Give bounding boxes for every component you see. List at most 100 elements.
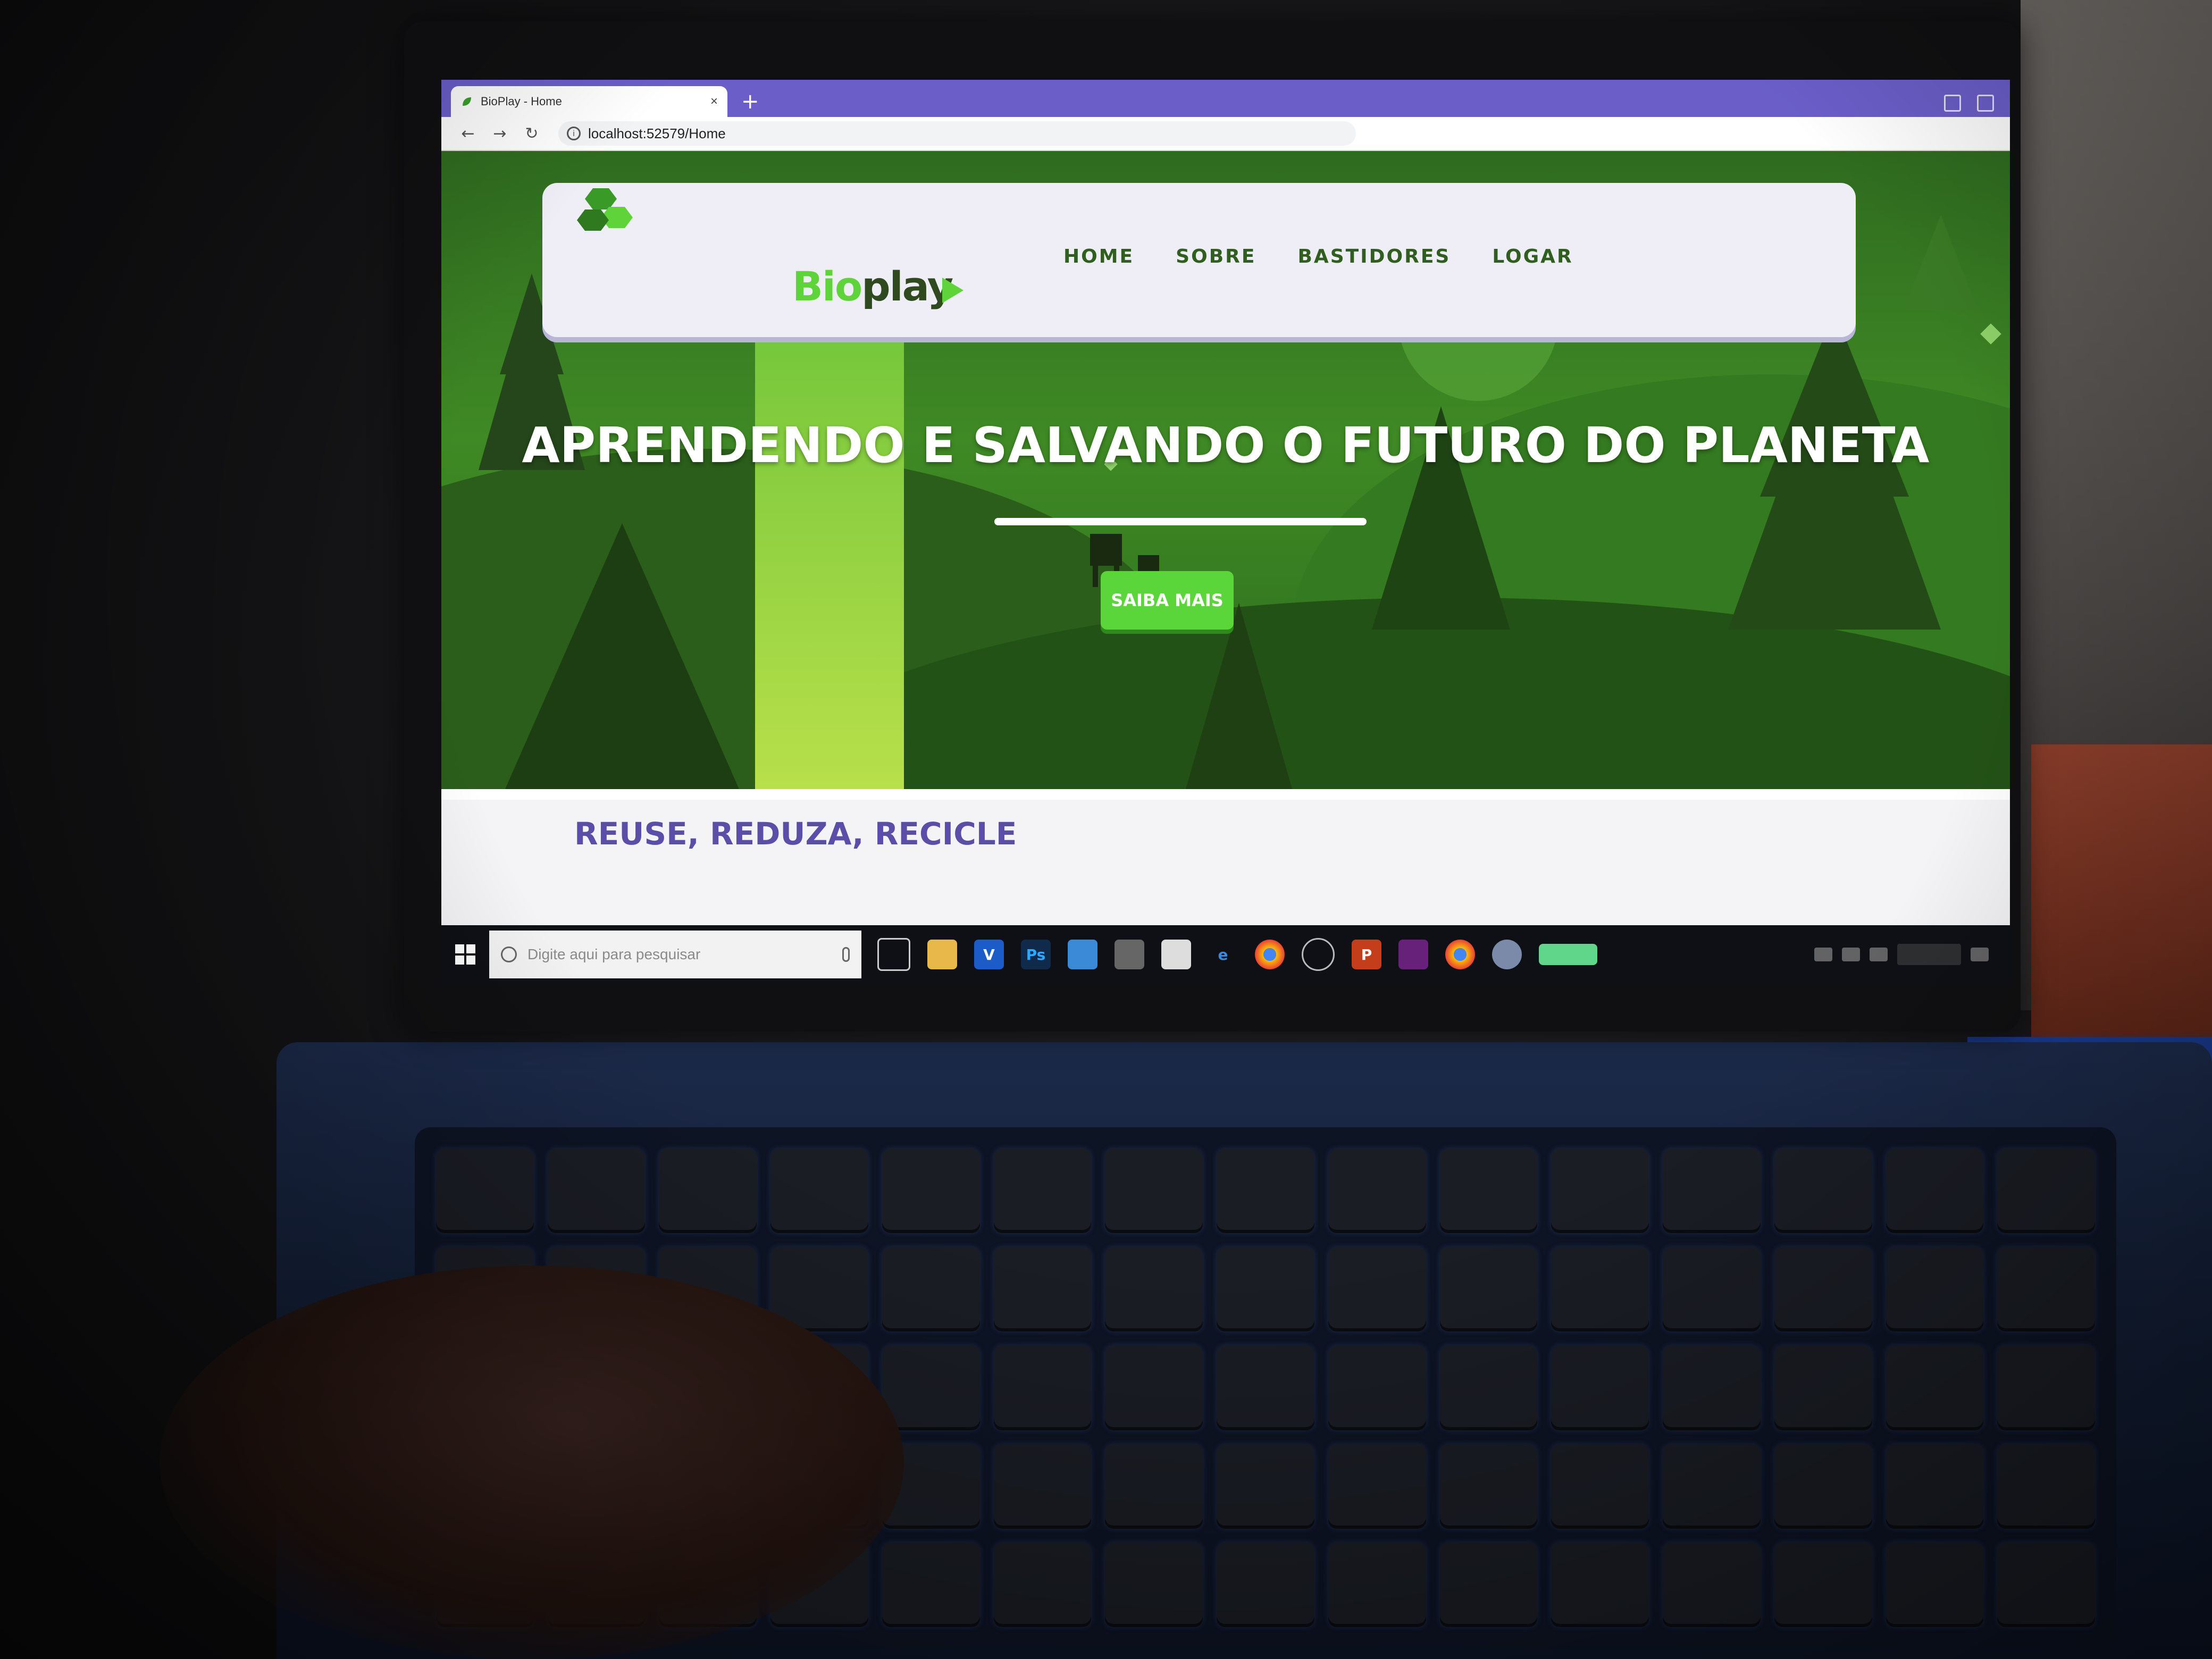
keyboard-key [1439, 1444, 1538, 1529]
keyboard-key [1663, 1542, 1761, 1627]
keyboard-key [993, 1542, 1092, 1627]
task-view-icon[interactable] [877, 938, 910, 971]
search-placeholder: Digite aqui para pesquisar [527, 946, 701, 962]
volume-icon[interactable] [1870, 948, 1888, 961]
nav-bastidores[interactable]: BASTIDORES [1297, 246, 1451, 267]
keyboard-key [1886, 1149, 1984, 1234]
keyboard-key [993, 1345, 1092, 1430]
battery-icon [1539, 944, 1597, 965]
logo-wordmark[interactable]: Bioplay [792, 263, 953, 310]
hero-headline: APRENDENDO E SALVANDO O FUTURO DO PLANET… [522, 417, 1930, 474]
keyboard-key [993, 1444, 1092, 1529]
keyboard-key [1328, 1149, 1426, 1234]
clock[interactable] [1897, 944, 1961, 965]
keyboard-key [436, 1149, 534, 1234]
store-icon[interactable] [1115, 940, 1144, 969]
maximize-icon[interactable] [1977, 95, 1994, 112]
start-button[interactable] [441, 925, 489, 984]
hero-divider [994, 518, 1367, 525]
tab-bar: BioPlay - Home × + [441, 80, 2010, 117]
photoshop-icon[interactable]: Ps [1021, 940, 1051, 969]
keyboard-key [1663, 1345, 1761, 1430]
address-bar[interactable]: i localhost:52579/Home [558, 121, 1356, 146]
cortana-icon [501, 946, 517, 962]
tab-home[interactable]: BioPlay - Home × [451, 86, 727, 117]
forward-button[interactable]: → [484, 124, 516, 143]
page-viewport: Bioplay HOME SOBRE BASTIDORES LOGAR APRE… [441, 151, 2010, 984]
keyboard-key [547, 1149, 646, 1234]
background-object [2031, 744, 2212, 1063]
app-icon-2[interactable] [1492, 940, 1522, 969]
windows-icon [455, 944, 475, 965]
keyboard-key [1886, 1345, 1984, 1430]
site-header: Bioplay HOME SOBRE BASTIDORES LOGAR [542, 183, 1856, 337]
nav-home[interactable]: HOME [1063, 246, 1134, 267]
keyboard-key [1217, 1149, 1314, 1234]
visual-studio-icon[interactable] [1398, 940, 1428, 969]
keyboard-key [1105, 1542, 1203, 1627]
back-button[interactable]: ← [452, 124, 484, 143]
leaf-icon [463, 97, 471, 106]
logo-bio: Bio [792, 263, 862, 310]
powerpoint-icon[interactable]: P [1352, 940, 1381, 969]
keyboard-key [1774, 1444, 1872, 1529]
network-icon[interactable] [1842, 948, 1860, 961]
keyboard-key [1217, 1247, 1314, 1332]
taskbar-apps: V Ps e P [877, 938, 1597, 971]
mail-icon[interactable] [1161, 940, 1191, 969]
keyboard-key [1439, 1149, 1538, 1234]
keyboard-key [1105, 1247, 1203, 1332]
keyboard-key [1886, 1542, 1984, 1627]
keyboard-key [1328, 1345, 1426, 1430]
keyboard-key [1663, 1444, 1761, 1529]
main-nav: HOME SOBRE BASTIDORES LOGAR [1063, 246, 1573, 267]
tab-title: BioPlay - Home [481, 95, 562, 108]
file-explorer-icon[interactable] [927, 940, 957, 969]
minimize-icon[interactable] [1944, 95, 1961, 112]
cube-app-icon[interactable] [1068, 940, 1097, 969]
keyboard-key [1439, 1345, 1538, 1430]
keyboard-key [1105, 1345, 1203, 1430]
keyboard-key [1774, 1345, 1872, 1430]
nav-logar[interactable]: LOGAR [1492, 246, 1573, 267]
hand [160, 1266, 904, 1659]
keyboard-key [1997, 1345, 2095, 1430]
system-tray [1814, 944, 1989, 965]
new-tab-button[interactable]: + [741, 89, 759, 114]
keyboard-key [1551, 1444, 1649, 1529]
nav-sobre[interactable]: SOBRE [1176, 246, 1256, 267]
window-controls [1944, 95, 1994, 112]
keyboard-key [1328, 1444, 1426, 1529]
laptop-screen: BioPlay - Home × + ← → ↻ i localhost:525… [441, 80, 2010, 984]
section-title: REUSE, REDUZA, RECICLE [574, 816, 1017, 852]
saiba-mais-button[interactable]: SAIBA MAIS [1101, 571, 1234, 630]
play-icon [942, 278, 963, 303]
keyboard-key [882, 1345, 980, 1430]
keyboard-key [993, 1149, 1092, 1234]
edge-icon[interactable]: e [1208, 940, 1238, 969]
keyboard-key [1217, 1542, 1314, 1627]
keyboard-key [1105, 1444, 1203, 1529]
tab-close-icon[interactable]: × [710, 94, 718, 109]
chrome-icon-2[interactable] [1445, 940, 1475, 969]
reload-button[interactable]: ↻ [516, 124, 548, 143]
chrome-icon[interactable] [1255, 940, 1285, 969]
app-icon[interactable] [1302, 938, 1335, 971]
keyboard-key [882, 1542, 980, 1627]
keyboard-key [1997, 1444, 2095, 1529]
keyboard-key [1663, 1247, 1761, 1332]
keyboard-key [1551, 1149, 1649, 1234]
tray-icon[interactable] [1814, 948, 1832, 961]
url-text: localhost:52579/Home [588, 125, 726, 141]
v-app-icon[interactable]: V [974, 940, 1004, 969]
microphone-icon[interactable] [842, 947, 850, 962]
keyboard-key [1551, 1247, 1649, 1332]
taskbar-search[interactable]: Digite aqui para pesquisar [489, 931, 861, 978]
keyboard-key [1217, 1444, 1314, 1529]
notification-icon[interactable] [1971, 948, 1989, 961]
keyboard-key [1774, 1542, 1872, 1627]
keyboard-key [1328, 1247, 1426, 1332]
keyboard-key [770, 1149, 868, 1234]
bioplay-logo-icon [577, 188, 633, 231]
info-icon[interactable]: i [567, 127, 581, 140]
